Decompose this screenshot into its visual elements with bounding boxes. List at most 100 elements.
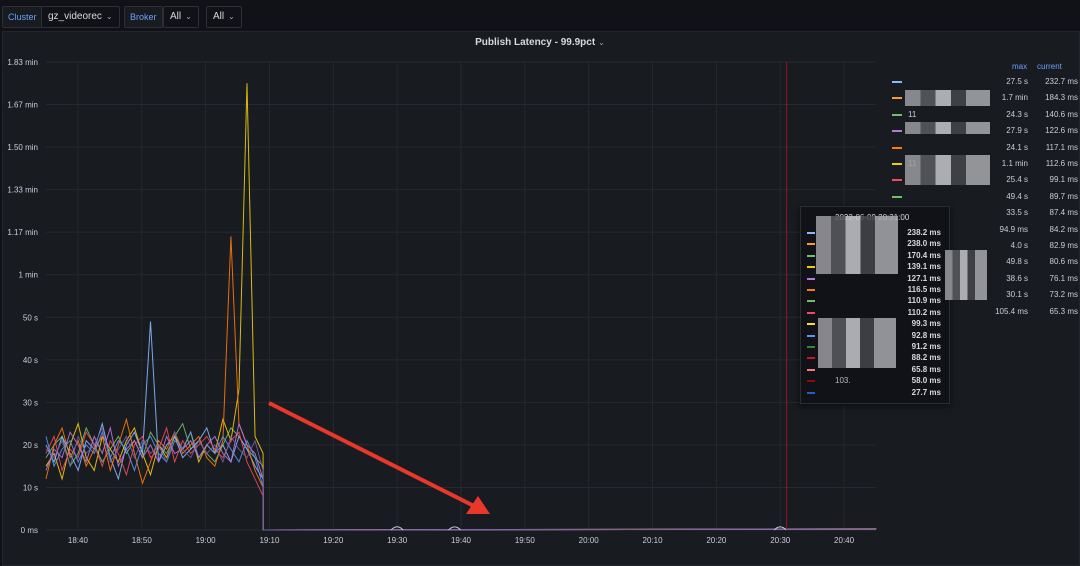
legend-current-value: 87.4 ms bbox=[1049, 208, 1078, 218]
x-tick-label: 20:10 bbox=[643, 536, 664, 545]
x-tick-label: 19:30 bbox=[387, 536, 408, 545]
tooltip-swatch bbox=[807, 368, 815, 371]
legend-swatch bbox=[892, 113, 902, 116]
redaction-mask bbox=[816, 216, 898, 274]
tooltip-swatch bbox=[807, 300, 815, 303]
legend-max-value: 49.4 s bbox=[1006, 191, 1028, 201]
tooltip-series-name: 103. bbox=[835, 376, 851, 386]
x-tick-label: 18:40 bbox=[68, 536, 89, 545]
tooltip-swatch bbox=[807, 323, 815, 326]
x-tick-label: 20:00 bbox=[579, 536, 600, 545]
tooltip-row: 27.7 ms bbox=[807, 387, 941, 398]
x-tick-label: 19:00 bbox=[196, 536, 217, 545]
tooltip-swatch bbox=[807, 311, 815, 314]
y-tick-label: 30 s bbox=[23, 398, 38, 407]
tooltip-value: 127.1 ms bbox=[907, 273, 941, 283]
legend-max-value: 27.5 s bbox=[1006, 77, 1028, 86]
tooltip-swatch bbox=[807, 277, 815, 280]
x-tick-label: 19:40 bbox=[451, 536, 472, 545]
x-tick-label: 19:10 bbox=[259, 536, 280, 545]
tooltip-value: 92.8 ms bbox=[911, 330, 941, 340]
legend-current-value: 65.3 ms bbox=[1049, 306, 1078, 316]
y-tick-label: 10 s bbox=[23, 483, 38, 492]
y-tick-label: 50 s bbox=[23, 313, 38, 322]
annotation-arrow-shaft bbox=[268, 401, 475, 508]
legend-max-value: 4.0 s bbox=[1010, 241, 1028, 250]
legend-max-value: 94.9 ms bbox=[999, 224, 1028, 234]
legend-current-value: 82.9 ms bbox=[1049, 241, 1078, 250]
legend-max-header[interactable]: max bbox=[1012, 62, 1027, 71]
tooltip-swatch bbox=[807, 357, 815, 360]
legend-swatch bbox=[892, 179, 902, 182]
legend-row[interactable]: 24.1 s 117.1 ms bbox=[892, 140, 1078, 156]
y-tick-label: 20 s bbox=[23, 441, 38, 450]
legend-current-value: 89.7 ms bbox=[1049, 191, 1078, 201]
y-tick-label: 1.67 min bbox=[7, 101, 38, 110]
tooltip-row: 110.9 ms bbox=[807, 295, 941, 306]
tooltip-swatch bbox=[807, 391, 815, 394]
redaction-mask bbox=[945, 250, 987, 300]
x-tick-label: 20:40 bbox=[834, 536, 855, 545]
legend-swatch bbox=[892, 81, 902, 83]
redaction-mask bbox=[905, 155, 990, 185]
legend-row[interactable]: 27.5 s 232.7 ms bbox=[892, 74, 1078, 90]
tooltip-swatch bbox=[807, 334, 815, 337]
legend-current-value: 73.2 ms bbox=[1049, 290, 1078, 300]
legend-swatch bbox=[892, 97, 902, 100]
y-tick-label: 1.17 min bbox=[7, 228, 38, 237]
legend-current-value: 140.6 ms bbox=[1045, 109, 1078, 119]
y-tick-label: 1.83 min bbox=[7, 58, 38, 67]
legend-max-value: 105.4 ms bbox=[995, 306, 1028, 316]
y-tick-label: 1 min bbox=[18, 271, 38, 280]
legend-swatch bbox=[892, 130, 902, 133]
legend-max-value: 24.3 s bbox=[1006, 109, 1028, 119]
legend-current-value: 122.6 ms bbox=[1045, 126, 1078, 136]
y-tick-label: 0 ms bbox=[21, 526, 38, 535]
legend-current-value: 84.2 ms bbox=[1049, 224, 1078, 234]
tooltip-value: 238.2 ms bbox=[907, 228, 941, 237]
tooltip-value: 170.4 ms bbox=[907, 250, 941, 260]
legend-current-value: 232.7 ms bbox=[1045, 77, 1078, 86]
legend-current-value: 99.1 ms bbox=[1049, 175, 1078, 185]
tooltip-swatch bbox=[807, 289, 815, 291]
tooltip-row: 127.1 ms bbox=[807, 273, 941, 284]
legend-current-value: 76.1 ms bbox=[1049, 273, 1078, 283]
tooltip-row: 116.5 ms bbox=[807, 284, 941, 295]
y-tick-label: 1.33 min bbox=[7, 186, 38, 195]
tooltip-value: 65.8 ms bbox=[911, 364, 941, 374]
x-tick-label: 19:50 bbox=[515, 536, 536, 545]
x-tick-label: 18:50 bbox=[132, 536, 153, 545]
tooltip-value: 91.2 ms bbox=[911, 342, 941, 351]
tooltip-value: 110.2 ms bbox=[907, 307, 941, 317]
x-tick-label: 19:20 bbox=[323, 536, 344, 545]
legend-swatch bbox=[892, 146, 902, 149]
redaction-mask bbox=[905, 90, 990, 106]
tooltip-swatch bbox=[807, 243, 815, 246]
tooltip-value: 27.7 ms bbox=[911, 387, 941, 397]
tooltip-value: 238.0 ms bbox=[907, 239, 941, 249]
tooltip-swatch bbox=[807, 346, 815, 348]
legend-row[interactable]: 49.4 s 89.7 ms bbox=[892, 189, 1078, 205]
tooltip-swatch bbox=[807, 254, 815, 257]
legend-row[interactable]: 11 24.3 s 140.6 ms bbox=[892, 107, 1078, 123]
redaction-mask bbox=[905, 122, 990, 134]
legend-max-value: 24.1 s bbox=[1006, 142, 1028, 152]
legend-series-name: 11 bbox=[908, 109, 917, 119]
y-tick-label: 1.50 min bbox=[7, 143, 38, 152]
tooltip-value: 139.1 ms bbox=[907, 262, 941, 272]
tooltip-row: 110.2 ms bbox=[807, 307, 941, 318]
tooltip-name-row: 103. bbox=[807, 375, 941, 386]
legend-swatch bbox=[892, 163, 902, 165]
tooltip-value: 99.3 ms bbox=[911, 319, 941, 329]
legend-current-value: 117.1 ms bbox=[1045, 142, 1078, 152]
legend-max-value: 33.5 s bbox=[1006, 208, 1028, 218]
legend-swatch bbox=[892, 195, 902, 198]
legend-current-value: 184.3 ms bbox=[1045, 93, 1078, 103]
tooltip-value: 116.5 ms bbox=[907, 285, 941, 294]
tooltip-swatch bbox=[807, 266, 815, 269]
legend-current-value: 112.6 ms bbox=[1045, 159, 1078, 168]
tooltip-swatch bbox=[807, 232, 815, 234]
legend-current-header[interactable]: current bbox=[1037, 62, 1062, 71]
legend-current-value: 80.6 ms bbox=[1049, 257, 1078, 267]
redaction-mask bbox=[818, 318, 896, 368]
